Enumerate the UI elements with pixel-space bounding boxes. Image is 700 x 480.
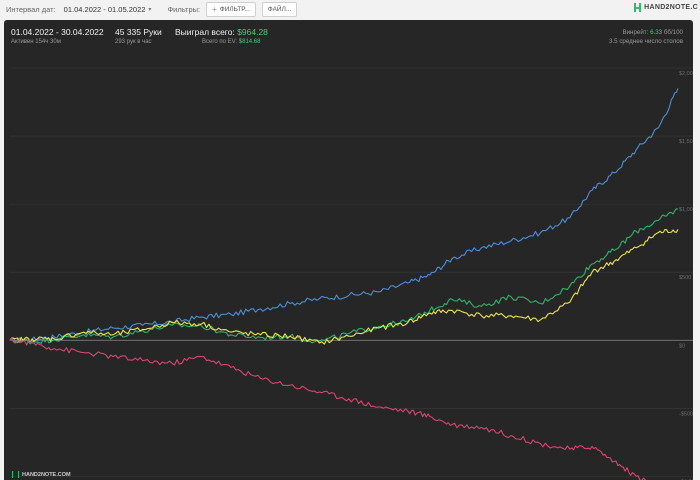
logo-icon bbox=[634, 3, 642, 12]
series-line-0 bbox=[9, 88, 679, 343]
series-line-3 bbox=[9, 337, 647, 480]
date-range-selector[interactable]: 01.04.2022 - 01.05.2022 bbox=[64, 5, 146, 14]
y-tick-label: $0 bbox=[679, 343, 685, 349]
file-button[interactable]: ФАЙЛ... bbox=[261, 1, 298, 17]
y-tick-label: $2,000 bbox=[679, 71, 693, 77]
interval-label: Интервал дат: bbox=[6, 4, 56, 14]
filter-button[interactable]: + ФИЛЬТР... bbox=[206, 1, 256, 17]
y-tick-label: $1,500 bbox=[679, 139, 693, 145]
file-button-label: ФАЙЛ... bbox=[267, 5, 292, 13]
profit-chart: $2,000$1,500$1,000$500$0-$500-$1,000 bbox=[9, 67, 693, 480]
watermark-icon bbox=[12, 471, 19, 478]
watermark-text: HAND2NOTE.COM bbox=[22, 471, 71, 478]
series-line-1 bbox=[9, 208, 679, 345]
brand-logo: HAND2NOTE.C bbox=[634, 3, 698, 12]
graph-panel: 01.04.2022 - 30.04.2022 Активен 154ч 30м… bbox=[4, 20, 693, 480]
filter-button-label: ФИЛЬТР... bbox=[219, 5, 250, 13]
filters-label: Фильтры: bbox=[167, 4, 201, 14]
y-tick-label: $500 bbox=[679, 275, 691, 281]
chevron-down-icon[interactable]: ▾ bbox=[148, 6, 151, 13]
y-tick-label: $1,000 bbox=[679, 207, 693, 213]
y-tick-label: -$500 bbox=[679, 411, 693, 417]
toolbar: Интервал дат: 01.04.2022 - 01.05.2022 ▾ … bbox=[0, 0, 700, 18]
logo-text: HAND2NOTE.C bbox=[644, 4, 698, 11]
plus-icon: + bbox=[212, 4, 217, 14]
watermark: HAND2NOTE.COM bbox=[12, 471, 71, 478]
